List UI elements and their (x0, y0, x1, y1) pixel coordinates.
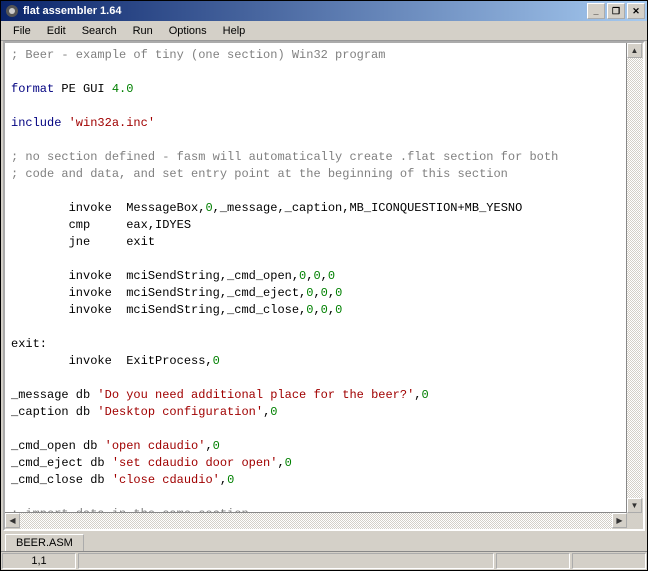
file-tab[interactable]: BEER.ASM (5, 534, 84, 551)
close-icon: ✕ (632, 7, 640, 16)
status-bar: 1,1 (1, 551, 647, 570)
chevron-down-icon: ▼ (631, 501, 639, 510)
status-cell-2 (496, 553, 570, 569)
menu-help[interactable]: Help (215, 23, 254, 39)
menu-run[interactable]: Run (125, 23, 161, 39)
scroll-left-button[interactable]: ◀ (5, 513, 20, 528)
code-line: ; no section defined - fasm will automat… (11, 149, 621, 166)
scroll-right-button[interactable]: ▶ (612, 513, 627, 528)
code-line (11, 370, 621, 387)
code-line (11, 251, 621, 268)
scroll-corner (627, 513, 643, 529)
code-line: invoke mciSendString,_cmd_close,0,0,0 (11, 302, 621, 319)
chevron-left-icon: ◀ (9, 516, 15, 525)
menu-options[interactable]: Options (161, 23, 215, 39)
code-line (11, 132, 621, 149)
code-line: invoke mciSendString,_cmd_eject,0,0,0 (11, 285, 621, 302)
menu-search[interactable]: Search (74, 23, 125, 39)
code-line (11, 319, 621, 336)
horizontal-scrollbar[interactable]: ◀ ▶ (5, 512, 627, 529)
vertical-scrollbar[interactable]: ▲ ▼ (626, 43, 643, 513)
app-window: flat assembler 1.64 _ ❐ ✕ File Edit Sear… (0, 0, 648, 571)
code-line: _message db 'Do you need additional plac… (11, 387, 621, 404)
maximize-icon: ❐ (612, 7, 620, 16)
close-button[interactable]: ✕ (627, 3, 645, 19)
menu-edit[interactable]: Edit (39, 23, 74, 39)
code-editor[interactable]: ; Beer - example of tiny (one section) W… (5, 43, 627, 513)
code-line: ; code and data, and set entry point at … (11, 166, 621, 183)
code-line: exit: (11, 336, 621, 353)
minimize-icon: _ (593, 7, 598, 16)
scroll-down-button[interactable]: ▼ (627, 498, 642, 513)
code-line (11, 183, 621, 200)
maximize-button[interactable]: ❐ (607, 3, 625, 19)
status-cell-3 (572, 553, 646, 569)
code-line: invoke mciSendString,_cmd_open,0,0,0 (11, 268, 621, 285)
code-line: _cmd_open db 'open cdaudio',0 (11, 438, 621, 455)
code-line: include 'win32a.inc' (11, 115, 621, 132)
code-line: _cmd_close db 'close cdaudio',0 (11, 472, 621, 489)
code-line: _cmd_eject db 'set cdaudio door open',0 (11, 455, 621, 472)
app-icon (5, 4, 19, 18)
cursor-position: 1,1 (2, 553, 76, 569)
code-line: format PE GUI 4.0 (11, 81, 621, 98)
window-controls: _ ❐ ✕ (585, 3, 645, 19)
code-line: jne exit (11, 234, 621, 251)
window-title: flat assembler 1.64 (23, 5, 585, 17)
code-line: _caption db 'Desktop configuration',0 (11, 404, 621, 421)
code-line: invoke ExitProcess,0 (11, 353, 621, 370)
document-tabs: BEER.ASM (1, 531, 647, 551)
scroll-up-button[interactable]: ▲ (627, 43, 642, 58)
minimize-button[interactable]: _ (587, 3, 605, 19)
menu-bar: File Edit Search Run Options Help (1, 21, 647, 41)
code-line: ; Beer - example of tiny (one section) W… (11, 47, 621, 64)
title-bar[interactable]: flat assembler 1.64 _ ❐ ✕ (1, 1, 647, 21)
editor-container: ; Beer - example of tiny (one section) W… (3, 41, 645, 531)
scroll-h-track[interactable] (20, 513, 612, 529)
chevron-up-icon: ▲ (631, 46, 639, 55)
code-line (11, 98, 621, 115)
code-line (11, 421, 621, 438)
scroll-v-track[interactable] (627, 58, 643, 498)
status-spacer (78, 553, 494, 569)
code-line: cmp eax,IDYES (11, 217, 621, 234)
chevron-right-icon: ▶ (616, 516, 622, 525)
menu-file[interactable]: File (5, 23, 39, 39)
code-line (11, 489, 621, 506)
code-line (11, 64, 621, 81)
code-line: invoke MessageBox,0,_message,_caption,MB… (11, 200, 621, 217)
